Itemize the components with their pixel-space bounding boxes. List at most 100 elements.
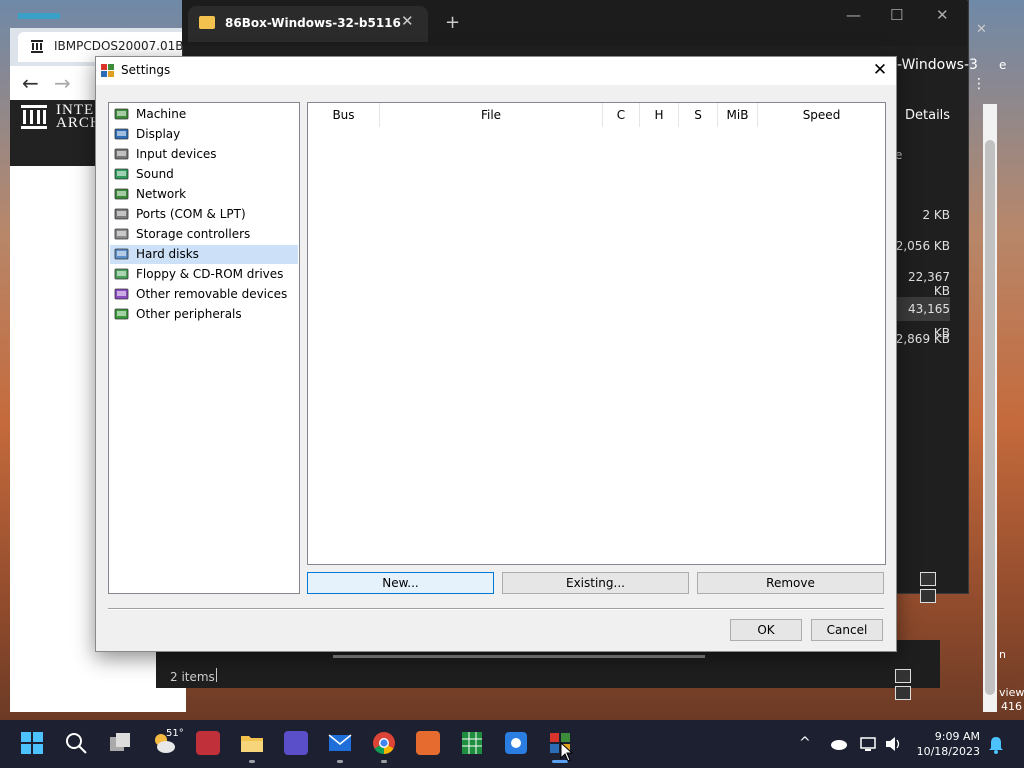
floppy-cdrom-icon <box>114 267 130 282</box>
removable-devices-icon <box>114 287 130 302</box>
onedrive-icon[interactable] <box>828 738 848 750</box>
tree-item-label: Sound <box>136 167 174 181</box>
tree-item-sound[interactable]: Sound <box>110 165 298 184</box>
notifications-bell-icon[interactable] <box>988 736 1004 754</box>
tree-item-other-removable-devices[interactable]: Other removable devices <box>110 285 298 304</box>
spreadsheet-app-icon[interactable] <box>460 731 484 755</box>
view-toggle[interactable] <box>920 572 956 603</box>
dialog-close-icon[interactable]: ✕ <box>868 59 892 81</box>
column-header-s[interactable]: S <box>679 103 718 127</box>
weather-app-icon[interactable] <box>504 731 528 755</box>
storage-controllers-icon <box>114 227 130 242</box>
scrollbar-thumb[interactable] <box>985 140 995 695</box>
volume-icon[interactable] <box>884 736 902 752</box>
mouse-cursor-icon <box>560 742 574 762</box>
list-view-icon[interactable] <box>895 669 911 683</box>
tree-item-ports-com-lpt[interactable]: Ports (COM & LPT) <box>110 205 298 224</box>
calendar-app-icon[interactable] <box>284 731 308 755</box>
column-header-file[interactable]: File <box>380 103 603 127</box>
remove-disk-button[interactable]: Remove <box>697 572 884 594</box>
dialog-divider <box>108 608 884 610</box>
show-hidden-icons-icon[interactable]: ^ <box>799 735 811 751</box>
file-size-selected[interactable]: 43,165 KB <box>890 297 950 340</box>
column-header-speed[interactable]: Speed <box>758 103 885 127</box>
details-button[interactable]: Details <box>905 108 950 123</box>
tree-item-label: Hard disks <box>136 247 199 261</box>
forward-arrow-icon[interactable]: → <box>54 71 71 95</box>
item-count: 2 items <box>170 670 215 684</box>
file-size: 22,367 KB <box>908 270 950 298</box>
settings-category-tree[interactable]: Machine Display Input devices Sound Network P… <box>108 102 300 594</box>
column-header-h[interactable]: H <box>640 103 679 127</box>
search-icon[interactable] <box>64 731 88 755</box>
column-header-mib[interactable]: MiB <box>718 103 758 127</box>
new-disk-button[interactable]: New... <box>307 572 494 594</box>
network-icon <box>114 187 130 202</box>
new-tab-icon[interactable]: + <box>445 12 460 33</box>
tree-item-label: Storage controllers <box>136 227 251 241</box>
column-header-bus[interactable]: Bus <box>308 103 380 127</box>
network-icon[interactable] <box>860 736 878 752</box>
tree-item-hard-disks[interactable]: Hard disks <box>110 245 298 264</box>
mail-icon[interactable] <box>328 731 352 755</box>
tree-item-label: Other removable devices <box>136 287 288 301</box>
horizontal-scrollbar[interactable] <box>333 655 705 658</box>
list-view-icon[interactable] <box>920 572 936 586</box>
archive-icon <box>31 40 43 53</box>
sound-icon <box>114 167 130 182</box>
view-toggle-bottom[interactable] <box>895 669 931 700</box>
thumbnail-view-icon[interactable] <box>895 686 911 700</box>
thumbnail-view-icon[interactable] <box>920 589 936 603</box>
column-header-c[interactable]: C <box>603 103 640 127</box>
side-text: e <box>999 58 1007 72</box>
file-size: 2,869 KB <box>895 332 950 346</box>
hard-disk-icon <box>114 247 130 262</box>
window-close-icon[interactable]: ✕ <box>936 6 949 24</box>
folder-icon <box>199 16 215 29</box>
tree-item-storage-controllers[interactable]: Storage controllers <box>110 225 298 244</box>
back-arrow-icon[interactable]: ← <box>22 71 39 95</box>
tab-close-icon[interactable]: ✕ <box>401 12 414 30</box>
file-size: 2 KB <box>922 208 950 222</box>
task-view-icon[interactable] <box>108 731 132 755</box>
clock-date[interactable]: 10/18/2023 <box>908 745 980 758</box>
chrome-icon[interactable] <box>372 731 396 755</box>
maximize-icon[interactable]: ☐ <box>890 6 903 24</box>
start-icon[interactable] <box>20 731 44 755</box>
side-text: n <box>999 648 1006 661</box>
news-app-icon[interactable] <box>196 731 220 755</box>
tree-item-network[interactable]: Network <box>110 185 298 204</box>
dialog-titlebar: Settings ✕ <box>96 57 896 85</box>
existing-disk-button[interactable]: Existing... <box>502 572 689 594</box>
hard-disk-list[interactable]: Bus File C H S MiB Speed <box>307 102 886 565</box>
taskbar-running-indicator <box>337 760 343 763</box>
browser-tab-title: IBMPCDOS20007.01Boo <box>54 39 184 53</box>
tree-item-display[interactable]: Display <box>110 125 298 144</box>
side-text: view <box>999 686 1024 699</box>
tree-item-input-devices[interactable]: Input devices <box>110 145 298 164</box>
peripherals-icon <box>114 307 130 322</box>
tree-item-machine[interactable]: Machine <box>110 105 298 124</box>
more-options-icon[interactable]: ⋮ <box>972 76 986 92</box>
ok-button[interactable]: OK <box>730 619 802 641</box>
archive-logo-icon <box>21 105 47 129</box>
file-size: 2,056 KB <box>895 239 950 253</box>
dialog-title: Settings <box>121 63 171 77</box>
86box-app-icon <box>101 64 114 77</box>
tree-item-label: Machine <box>136 107 187 121</box>
machine-icon <box>114 107 130 122</box>
clock-time[interactable]: 9:09 AM <box>908 730 980 743</box>
ports-icon <box>114 207 130 222</box>
status-separator <box>216 668 217 682</box>
minimize-icon[interactable]: — <box>846 6 861 24</box>
browser-close-icon[interactable]: ✕ <box>976 22 987 37</box>
settings-dialog: Settings ✕ Machine Display Input devices So… <box>95 56 897 652</box>
tree-item-label: Network <box>136 187 187 201</box>
tree-item-other-peripherals[interactable]: Other peripherals <box>110 305 298 324</box>
cancel-button[interactable]: Cancel <box>811 619 883 641</box>
input-devices-icon <box>114 147 130 162</box>
tree-item-label: Display <box>136 127 181 141</box>
people-app-icon[interactable] <box>416 731 440 755</box>
file-explorer-icon[interactable] <box>240 731 264 755</box>
tree-item-floppy-cd-rom-drives[interactable]: Floppy & CD-ROM drives <box>110 265 298 284</box>
